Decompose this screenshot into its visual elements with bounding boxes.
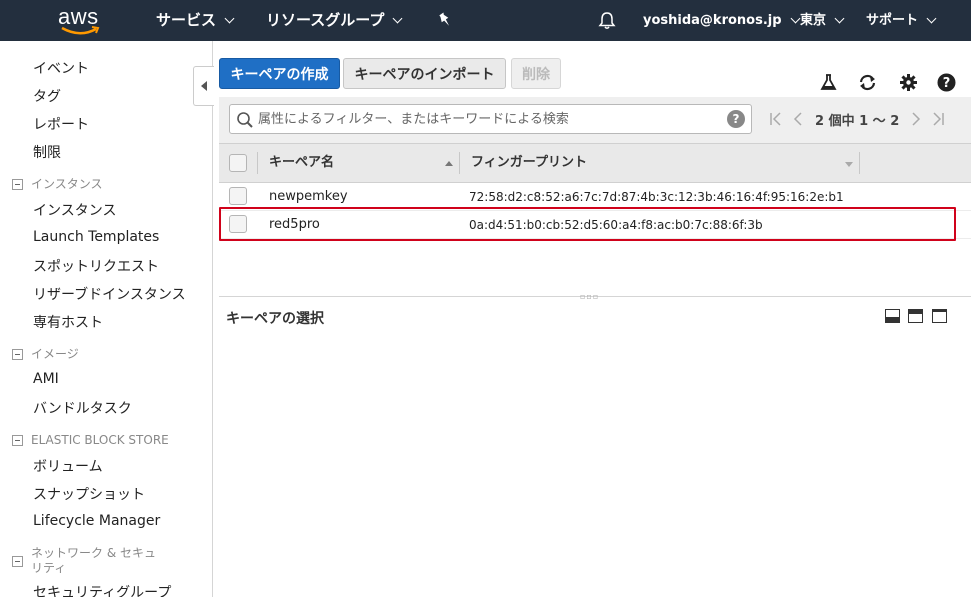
sidebar-item-instances[interactable]: インスタンス (33, 200, 116, 220)
pane-layout-bottom-icon[interactable] (885, 309, 900, 323)
last-page-icon[interactable] (927, 104, 949, 134)
search-input[interactable] (258, 105, 718, 133)
support-label: サポート (866, 13, 919, 28)
column-header-key-name[interactable]: キーペア名 (269, 144, 334, 182)
services-label: サービス (156, 11, 217, 29)
sidebar-item-ami[interactable]: AMI (33, 371, 59, 387)
pagination: 2 個中 1 〜 2 (765, 104, 949, 134)
sidebar-section-title: イメージ (31, 347, 79, 361)
resource-groups-label: リソースグループ (266, 11, 385, 29)
next-page-icon[interactable] (905, 104, 927, 134)
chevron-down-icon (224, 13, 235, 24)
sidebar-section-ebs[interactable]: ELASTIC BLOCK STORE (12, 433, 169, 448)
sidebar-item-spot-requests[interactable]: スポットリクエスト (33, 256, 159, 276)
row-checkbox[interactable] (229, 187, 247, 205)
column-divider (257, 152, 258, 174)
region-label: 東京 (800, 13, 827, 28)
svg-text:?: ? (943, 76, 951, 91)
bell-icon[interactable] (598, 11, 616, 30)
sidebar-item-limits[interactable]: 制限 (33, 142, 61, 162)
resource-groups-menu[interactable]: リソースグループ (266, 0, 403, 41)
sidebar-section-title: ネットワーク & セキュリティ (31, 546, 156, 575)
prev-page-icon[interactable] (787, 104, 809, 134)
search-box: ? (229, 104, 752, 134)
column-divider (859, 152, 860, 174)
sidebar-section-instances[interactable]: インスタンス (12, 177, 103, 192)
sidebar-item-tags[interactable]: タグ (33, 86, 61, 106)
detail-pane-title: キーペアの選択 (226, 311, 324, 327)
collapse-minus-icon (12, 435, 23, 446)
sort-toggle-icon[interactable] (845, 162, 853, 167)
aws-logo[interactable]: aws (58, 4, 104, 38)
flask-icon[interactable] (819, 73, 838, 92)
row-highlight-annotation (219, 207, 956, 241)
chevron-down-icon (392, 13, 403, 24)
collapse-minus-icon (12, 556, 23, 567)
import-key-pair-button[interactable]: キーペアのインポート (343, 58, 506, 89)
chevron-down-icon (834, 13, 845, 24)
sidebar-item-volumes[interactable]: ボリューム (33, 456, 103, 476)
help-icon[interactable]: ? (937, 73, 956, 92)
collapse-minus-icon (12, 179, 23, 190)
sidebar-item-bundle-tasks[interactable]: バンドルタスク (33, 398, 132, 418)
search-help-icon[interactable]: ? (727, 110, 745, 128)
select-all-checkbox[interactable] (229, 154, 247, 172)
column-header-fingerprint[interactable]: フィンガープリント (471, 144, 587, 182)
sidebar-item-security-groups[interactable]: セキュリティグループ (33, 582, 171, 597)
sidebar-section-network-security[interactable]: ネットワーク & セキュリティ (12, 546, 161, 576)
sidebar-section-images[interactable]: イメージ (12, 347, 79, 362)
first-page-icon[interactable] (765, 104, 787, 134)
sidebar-item-events[interactable]: イベント (33, 58, 89, 78)
delete-button: 削除 (511, 58, 561, 89)
gear-icon[interactable] (899, 73, 918, 92)
main-content: キーペアの作成 キーペアのインポート 削除 ? 属性によるフィルター、またはキー… (214, 41, 971, 597)
chevron-down-icon (926, 13, 937, 24)
column-divider (459, 152, 460, 174)
table-header: キーペア名 フィンガープリント (219, 143, 971, 183)
pane-layout-top-icon[interactable] (932, 309, 947, 323)
services-menu[interactable]: サービス (156, 0, 235, 41)
pagination-text: 2 個中 1 〜 2 (815, 113, 900, 129)
sidebar: イベント タグ レポート 制限 インスタンス インスタンス Launch Tem… (0, 41, 213, 597)
sidebar-section-title: ELASTIC BLOCK STORE (31, 433, 169, 447)
sidebar-item-lifecycle-manager[interactable]: Lifecycle Manager (33, 513, 160, 529)
drag-handle-icon[interactable]: ▫▫▫ (580, 293, 599, 301)
sidebar-item-snapshots[interactable]: スナップショット (33, 484, 145, 504)
region-menu[interactable]: 東京 (800, 0, 845, 41)
top-navigation-bar: aws サービス リソースグループ yoshida@kronos.jp 東京 サ… (0, 0, 971, 41)
pin-icon[interactable] (437, 12, 453, 28)
sidebar-item-dedicated-hosts[interactable]: 専有ホスト (33, 312, 103, 332)
sidebar-item-reserved-instances[interactable]: リザーブドインスタンス (33, 284, 186, 304)
search-icon (237, 112, 253, 128)
aws-smile-icon (61, 26, 100, 35)
user-menu[interactable]: yoshida@kronos.jp (643, 0, 800, 41)
sidebar-item-launch-templates[interactable]: Launch Templates (33, 229, 159, 245)
sort-ascending-icon[interactable] (445, 161, 453, 166)
sidebar-collapse-toggle[interactable] (193, 66, 214, 106)
chevron-down-icon (790, 13, 800, 24)
sidebar-section-title: インスタンス (31, 177, 103, 191)
pane-layout-split-icon[interactable] (908, 309, 923, 323)
collapse-minus-icon (12, 349, 23, 360)
create-key-pair-button[interactable]: キーペアの作成 (219, 58, 340, 89)
user-label: yoshida@kronos.jp (643, 13, 782, 28)
support-menu[interactable]: サポート (866, 0, 937, 41)
refresh-icon[interactable] (858, 73, 877, 92)
sidebar-item-reports[interactable]: レポート (33, 114, 89, 134)
pane-splitter[interactable]: ▫▫▫ (219, 293, 971, 301)
